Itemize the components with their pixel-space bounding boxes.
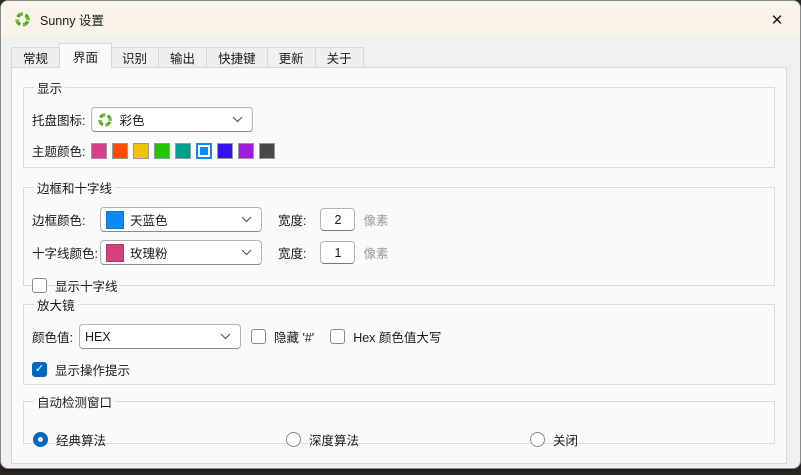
show-crosshair-checkbox[interactable]: 显示十字线 <box>32 276 766 295</box>
checkbox-checked-icon: ✓ <box>32 362 47 377</box>
tab-general[interactable]: 常规 <box>11 47 60 68</box>
radio-selected-icon <box>33 432 48 447</box>
settings-window: Sunny 设置 ✕ 常规 界面 识别 输出 快捷键 更新 关于 显示 托盘图标… <box>0 0 801 469</box>
color-format-select[interactable]: HEX <box>79 324 241 349</box>
crosshair-color-swatch <box>106 244 124 262</box>
radio-unselected-icon <box>530 432 545 447</box>
tray-icon-label: 托盘图标: <box>32 110 85 129</box>
hex-uppercase-label: Hex 颜色值大写 <box>353 327 441 346</box>
chevron-down-icon <box>220 333 231 340</box>
tab-bar: 常规 界面 识别 输出 快捷键 更新 关于 <box>11 45 364 68</box>
border-crosshair-group: 边框和十字线 边框颜色: 天蓝色 宽度: 像素 十字线颜色: 玫瑰粉 <box>23 178 775 286</box>
chevron-down-icon <box>232 116 243 123</box>
show-tips-label: 显示操作提示 <box>55 360 130 379</box>
theme-swatch-blue-selected[interactable] <box>196 143 212 159</box>
radio-classic-label: 经典算法 <box>56 430 106 449</box>
tray-icon-select[interactable]: 彩色 <box>91 107 253 132</box>
border-group-title: 边框和十字线 <box>34 178 115 197</box>
theme-color-label: 主题颜色: <box>32 141 85 160</box>
checkbox-unchecked-icon <box>32 278 47 293</box>
tray-icon-value: 彩色 <box>119 110 144 129</box>
theme-swatch-violet[interactable] <box>217 143 233 159</box>
hex-uppercase-checkbox[interactable]: Hex 颜色值大写 <box>330 327 441 346</box>
show-crosshair-label: 显示十字线 <box>55 276 118 295</box>
autodetect-group-title: 自动检测窗口 <box>34 392 115 411</box>
color-format-value: HEX <box>85 330 111 344</box>
border-width-unit: 像素 <box>363 210 388 229</box>
border-color-select[interactable]: 天蓝色 <box>100 207 262 232</box>
tray-colored-icon <box>97 112 113 128</box>
theme-swatch-green[interactable] <box>154 143 170 159</box>
radio-off-label: 关闭 <box>553 430 578 449</box>
crosshair-color-select[interactable]: 玫瑰粉 <box>100 240 262 265</box>
hide-hash-checkbox[interactable]: 隐藏 '#' <box>251 327 314 346</box>
app-logo-icon <box>14 11 31 28</box>
crosshair-width-input[interactable] <box>320 241 355 264</box>
crosshair-width-label: 宽度: <box>278 243 306 262</box>
close-button[interactable]: ✕ <box>754 1 800 38</box>
border-width-input[interactable] <box>320 208 355 231</box>
theme-swatch-yellow[interactable] <box>133 143 149 159</box>
crosshair-color-value: 玫瑰粉 <box>130 243 168 262</box>
titlebar: Sunny 设置 ✕ <box>1 1 800 38</box>
tab-output[interactable]: 输出 <box>159 47 207 68</box>
radio-deep-algorithm[interactable]: 深度算法 <box>286 430 359 449</box>
tab-update[interactable]: 更新 <box>268 47 316 68</box>
display-group: 显示 托盘图标: 彩色 主题颜色: <box>23 78 775 168</box>
theme-swatch-pink[interactable] <box>91 143 107 159</box>
border-width-label: 宽度: <box>278 210 306 229</box>
radio-unselected-icon <box>286 432 301 447</box>
tab-about[interactable]: 关于 <box>316 47 364 68</box>
close-icon: ✕ <box>771 11 784 29</box>
crosshair-width-unit: 像素 <box>363 243 388 262</box>
theme-swatch-teal[interactable] <box>175 143 191 159</box>
border-color-swatch <box>106 211 124 229</box>
tab-interface[interactable]: 界面 <box>59 43 112 68</box>
radio-classic-algorithm[interactable]: 经典算法 <box>33 430 106 449</box>
display-group-title: 显示 <box>34 78 65 97</box>
radio-deep-label: 深度算法 <box>309 430 359 449</box>
border-color-label: 边框颜色: <box>32 210 100 229</box>
theme-swatch-blue-core <box>200 147 208 155</box>
window-title: Sunny 设置 <box>40 10 104 29</box>
color-value-label: 颜色值: <box>32 327 73 346</box>
hide-hash-label: 隐藏 '#' <box>274 327 314 346</box>
autodetect-group: 自动检测窗口 经典算法 深度算法 关闭 <box>23 392 775 444</box>
checkbox-unchecked-icon <box>251 329 266 344</box>
chevron-down-icon <box>241 216 252 223</box>
theme-swatch-purple[interactable] <box>238 143 254 159</box>
interface-tab-panel: 显示 托盘图标: 彩色 主题颜色: <box>11 67 787 464</box>
chevron-down-icon <box>241 249 252 256</box>
magnifier-group: 放大镜 颜色值: HEX 隐藏 '#' Hex 颜色值大写 <box>23 295 775 385</box>
tab-hotkeys[interactable]: 快捷键 <box>207 47 268 68</box>
theme-swatch-orange[interactable] <box>112 143 128 159</box>
checkbox-unchecked-icon <box>330 329 345 344</box>
show-tips-checkbox[interactable]: ✓ 显示操作提示 <box>32 360 766 379</box>
crosshair-color-label: 十字线颜色: <box>32 243 100 262</box>
radio-off[interactable]: 关闭 <box>530 430 578 449</box>
theme-swatch-gray[interactable] <box>259 143 275 159</box>
magnifier-group-title: 放大镜 <box>34 295 78 314</box>
border-color-value: 天蓝色 <box>130 210 168 229</box>
tab-recognition[interactable]: 识别 <box>111 47 159 68</box>
theme-color-swatches <box>91 143 275 159</box>
